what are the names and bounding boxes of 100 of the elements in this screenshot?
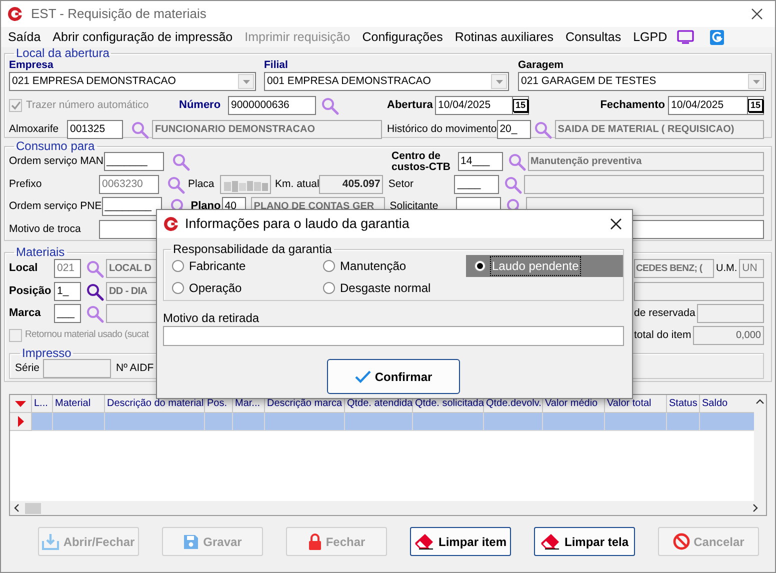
field-label: Placa [188,176,216,192]
description-field: CEDES BENZ; ( [634,259,714,278]
field-label: Centro de custos-CTB [392,150,452,172]
scrollbar[interactable] [754,395,766,501]
name-field: FUNCIONARIO DEMONSTRACAO [152,120,382,139]
dropdown-field[interactable]: 001 EMPRESA DEMONSTRACAO [264,72,509,91]
field-label: Série [15,360,41,376]
scroll-left-icon[interactable] [14,504,19,512]
prefix-field[interactable]: 0063230 [99,175,159,194]
radio-option[interactable]: Desgaste normal [315,277,466,299]
field-label: Local [9,261,39,276]
download-icon [42,533,60,550]
field-label: Nº AIDF [116,360,154,376]
dropdown-field[interactable]: 021 GARAGEM DE TESTES [518,72,766,91]
row-pointer-icon [18,416,24,427]
code-field[interactable]: ___ [54,304,81,323]
field-label: Setor [388,176,414,192]
menu-item[interactable]: Saída [2,27,47,47]
column-header[interactable]: Material [53,395,105,413]
name-field: SAIDA DE MATERIAL ( REQUISICAO) [554,120,764,139]
group-title: Local da abertura [15,47,110,59]
scroll-thumb[interactable] [25,502,41,514]
field-label: de reservada [634,306,696,321]
code-field[interactable]: ____ [454,175,500,194]
checkbox-label: Trazer número automático [26,98,149,113]
field-label: Plano [190,199,222,214]
field-label: Motivo da retirada [163,311,260,325]
search-icon[interactable] [85,282,105,301]
quantity-field [697,304,764,323]
menu-item[interactable]: Abrir configuração de impressão [46,27,239,47]
menu-item[interactable]: LGPD [627,27,674,47]
number-field[interactable]: 9000000636 [228,96,316,115]
app-icon[interactable] [710,30,724,44]
field-label: Motivo de troca [9,222,82,237]
group-title: Materiais [15,246,66,258]
plate-field [220,175,271,194]
padlock-icon [308,533,322,550]
order-field[interactable]: _______ [104,152,164,171]
menu-item[interactable]: Rotinas auxiliares [448,27,560,47]
radio-option[interactable]: Fabricante [164,255,315,277]
order-field[interactable]: ________ [102,197,162,216]
field-label: Prefixo [9,176,43,192]
date-field[interactable]: 10/04/2025 [435,96,513,115]
total-field: 0,000 [693,326,764,345]
window-title: EST - Requisição de materiais [31,5,206,24]
action-button[interactable]: Limpar item [410,527,511,556]
code-field[interactable]: 001325 [67,120,123,139]
menu-item[interactable]: Configurações [356,27,449,47]
name-field: Manutenção preventiva [528,152,764,171]
app-logo-icon [163,216,179,232]
calendar-button[interactable]: 15 [748,96,764,115]
calendar-button[interactable]: 15 [513,96,529,115]
radio-option[interactable]: Operação [164,277,315,299]
eraser-icon [540,533,560,550]
series-field [43,359,111,378]
field-label: Histórico do movimento [387,122,497,137]
scroll-up-icon[interactable] [756,399,764,404]
close-icon[interactable] [610,218,622,230]
field-label: Ordem serviço PNE [9,198,102,214]
field-label: Garagem [518,58,564,73]
code-field[interactable]: 20_ [496,120,531,139]
field-label: Ordem serviço MAN [9,154,104,169]
cancel-icon [672,533,690,550]
group-title: Responsabilidade da garantia [172,243,333,255]
group-title: Consumo para [15,140,96,152]
app-logo-icon [7,6,23,22]
field-label: total do item [634,328,692,343]
table-row[interactable] [10,413,757,431]
column-header[interactable]: Saldo [700,395,757,413]
field-label: Posição [9,284,52,300]
checkmark-icon [354,370,371,383]
field-label: Solicitante [390,198,440,214]
caret-icon[interactable] [15,400,26,406]
dropdown-field[interactable]: 021 EMPRESA DEMONSTRACAO [9,72,256,91]
unit-field: UN [739,259,764,278]
action-button[interactable]: Limpar tela [534,527,635,556]
code-field[interactable]: 021 [54,259,81,278]
date-field[interactable]: 10/04/2025 [668,96,748,115]
radio-option[interactable]: Manutenção [315,255,466,277]
field-label: Empresa [9,58,54,73]
radio-option[interactable]: Laudo pendente [466,255,623,277]
scrollbar[interactable] [10,501,766,515]
field-label: Marca [9,306,42,322]
field-label: Filial [264,58,289,73]
dialog-title: Informações para o laudo da garantia [185,214,410,233]
field-label: Km. atual [275,176,320,192]
code-field[interactable]: 1_ [54,282,81,301]
odometer-field: 405.097 [319,175,384,194]
code-field[interactable]: 14___ [458,152,503,171]
column-header[interactable]: Valor total [605,395,667,413]
menu-item[interactable]: Consultas [560,27,628,47]
monitor-icon[interactable] [677,30,694,44]
reason-field[interactable] [163,326,624,346]
column-header[interactable]: Status [667,395,700,413]
column-header[interactable]: L... [32,395,53,413]
confirm-button[interactable]: Confirmar [327,359,460,394]
group-title: Impresso [21,347,72,359]
close-icon[interactable] [751,8,763,20]
scroll-right-icon[interactable] [753,504,758,512]
field-label: Abertura [387,98,434,114]
